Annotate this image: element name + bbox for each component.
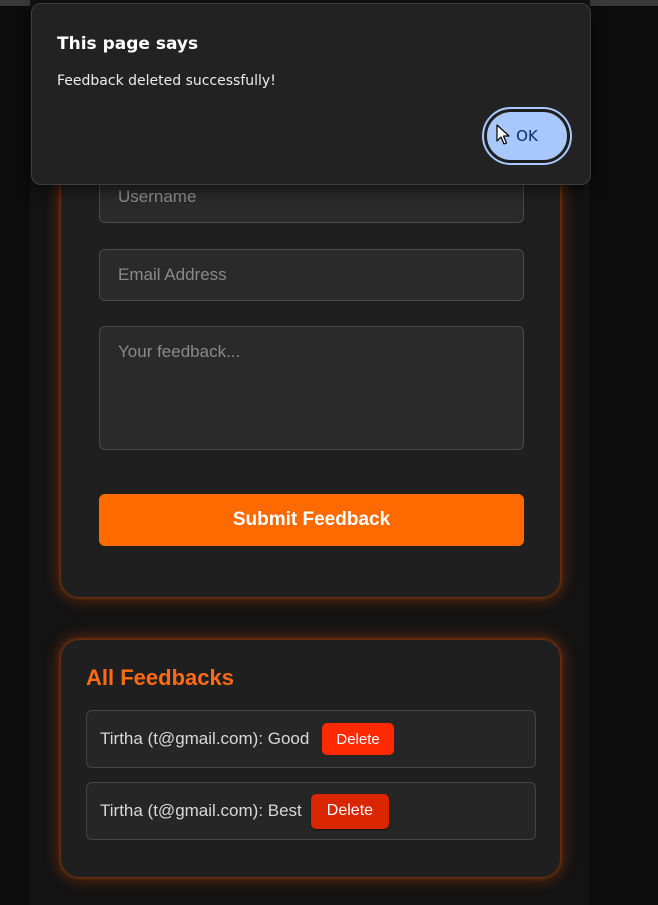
- feedback-list-item: Tirtha (t@gmail.com): Good Delete: [86, 710, 536, 768]
- email-input[interactable]: [99, 249, 524, 301]
- dialog-title: This page says: [57, 34, 199, 54]
- dialog-message: Feedback deleted successfully!: [57, 73, 276, 89]
- feedback-list-title: All Feedbacks: [86, 665, 234, 690]
- feedback-form-card: Submit Feedback: [61, 120, 560, 597]
- feedback-list-card: All Feedbacks Tirtha (t@gmail.com): Good…: [61, 640, 560, 877]
- feedback-list-item: Tirtha (t@gmail.com): Best Delete: [86, 782, 536, 840]
- feedback-textarea[interactable]: [99, 326, 524, 450]
- feedback-item-text: Tirtha (t@gmail.com): Best: [100, 801, 302, 820]
- feedback-item-text: Tirtha (t@gmail.com): Good: [100, 729, 310, 748]
- delete-feedback-button[interactable]: Delete: [322, 723, 394, 755]
- delete-feedback-button[interactable]: Delete: [310, 793, 390, 829]
- submit-feedback-button[interactable]: Submit Feedback: [99, 494, 524, 546]
- mouse-pointer-icon: [496, 124, 510, 145]
- alert-dialog: This page says Feedback deleted successf…: [31, 3, 591, 185]
